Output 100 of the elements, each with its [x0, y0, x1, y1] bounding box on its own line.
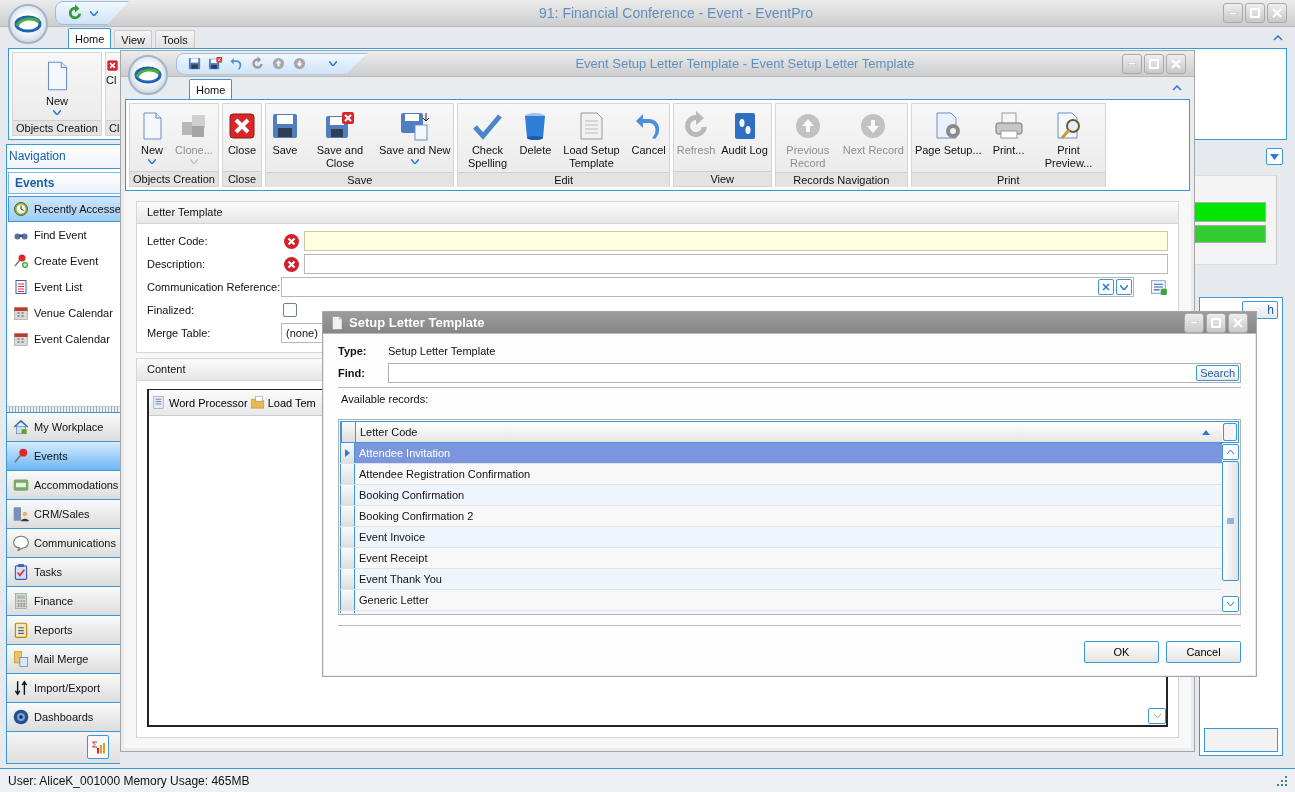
collapse-ribbon-button[interactable]	[1271, 32, 1285, 43]
list-icon	[13, 279, 29, 295]
module-button[interactable]: My Workplace	[7, 412, 120, 441]
column-header[interactable]: Letter Code	[356, 422, 1222, 442]
nav-item[interactable]: Recently Accesse	[8, 196, 120, 222]
ribbon-button[interactable]: New	[21, 57, 92, 117]
row-selector[interactable]	[340, 464, 355, 484]
ribbon-button[interactable]: Check Spelling	[458, 108, 517, 172]
input-field[interactable]	[304, 254, 1168, 274]
group-label: Close	[222, 171, 261, 186]
refresh-icon[interactable]	[66, 4, 84, 22]
clear-button[interactable]	[1098, 279, 1114, 295]
row-selector[interactable]	[340, 590, 355, 610]
table-lookup-icon[interactable]	[1150, 278, 1168, 296]
module-button[interactable]: Accommodations	[7, 470, 120, 499]
maximize-button[interactable]	[1206, 312, 1226, 333]
maximize-button[interactable]	[1144, 53, 1164, 74]
toolbar-button[interactable]	[87, 735, 109, 759]
ribbon-button[interactable]: Audit Log	[718, 108, 771, 159]
module-button[interactable]: Finance	[7, 586, 120, 615]
nav-item[interactable]: Venue Calendar	[8, 300, 120, 326]
ribbon-button[interactable]: Save	[265, 108, 304, 159]
input-field[interactable]	[304, 231, 1168, 251]
close-button[interactable]	[1267, 3, 1287, 23]
grip-icon	[1227, 518, 1234, 524]
row-selector[interactable]	[340, 485, 355, 505]
checkbox[interactable]	[283, 303, 297, 317]
refresh-icon[interactable]	[250, 56, 265, 71]
row-selector[interactable]	[340, 527, 355, 547]
ribbon-tab[interactable]: View	[114, 30, 152, 48]
table-row[interactable]: Event Invoice	[355, 527, 1222, 547]
nav-item[interactable]: Find Event	[8, 222, 120, 248]
field-label: Communication Reference:	[147, 281, 281, 293]
chevron-up-icon	[1172, 85, 1182, 91]
ribbon-button[interactable]: Save and Close	[303, 108, 376, 172]
dialog-button[interactable]: OK	[1084, 641, 1159, 663]
nav-item[interactable]: Create Event	[8, 248, 120, 274]
nav-item[interactable]: Event List	[8, 274, 120, 300]
maximize-icon	[1250, 8, 1260, 18]
ribbon-button[interactable]: Delete	[516, 108, 555, 159]
module-button[interactable]: Mail Merge	[7, 644, 120, 673]
module-button[interactable]: CRM/Sales	[7, 499, 120, 528]
maximize-button[interactable]	[1245, 3, 1265, 23]
ribbon-button[interactable]: Cl	[105, 57, 119, 89]
module-button[interactable]: Import/Export	[7, 673, 120, 702]
app-logo[interactable]	[128, 55, 168, 95]
ribbon-button[interactable]: Save and New	[375, 108, 454, 166]
collapse-ribbon-button[interactable]	[1170, 83, 1184, 93]
maximize-icon	[1149, 58, 1159, 69]
search-button[interactable]: Search	[1196, 365, 1239, 381]
error-icon	[284, 233, 299, 249]
ribbon-button[interactable]: Load Setup Template	[554, 108, 629, 172]
ribbon-tab[interactable]: Home	[68, 28, 112, 48]
nav-item[interactable]: Event Calendar	[8, 326, 120, 352]
ribbon-tab[interactable]: Tools	[155, 30, 195, 48]
ribbon-button[interactable]: Page Setup...	[911, 108, 985, 159]
folder-icon	[249, 395, 265, 410]
ribbon-tab[interactable]: Home	[189, 79, 233, 99]
search-field[interactable]: Search	[388, 363, 1241, 383]
module-button[interactable]: Events	[7, 441, 120, 470]
module-button[interactable]: Tasks	[7, 557, 120, 586]
floppy-disk-close-icon[interactable]	[208, 56, 223, 71]
scrollbar[interactable]	[1222, 443, 1239, 613]
close-button[interactable]	[1228, 312, 1248, 333]
ribbon-button[interactable]: Cancel	[628, 108, 669, 159]
dropdown-button[interactable]	[1116, 279, 1132, 295]
document-icon	[151, 395, 166, 410]
field-label: Merge Table:	[147, 327, 212, 339]
module-button[interactable]: Communications	[7, 528, 120, 557]
module-button[interactable]: Reports	[7, 615, 120, 644]
row-selector[interactable]	[340, 548, 355, 568]
row-selector[interactable]	[340, 506, 355, 526]
undo-icon[interactable]	[229, 56, 244, 71]
window-title: Event Setup Letter Template - Event Setup Letter Template	[574, 56, 916, 71]
scroll-down-button[interactable]	[1148, 708, 1166, 724]
module-button[interactable]: Dashboards	[7, 702, 120, 731]
minimize-button[interactable]	[1184, 312, 1204, 333]
calendar-icon	[13, 331, 29, 347]
table-row[interactable]: Event Thank You	[355, 569, 1222, 589]
row-selector[interactable]	[340, 569, 355, 589]
minimize-button[interactable]	[1223, 3, 1243, 23]
ribbon-button[interactable]: Print Preview...	[1032, 108, 1105, 172]
resize-grip-icon	[1277, 775, 1287, 786]
toolbar-button[interactable]: Load Tem	[248, 393, 317, 412]
table-row[interactable]: Booking Confirmation	[355, 485, 1222, 505]
row-selector[interactable]	[340, 443, 355, 463]
column-chooser-button[interactable]	[1223, 423, 1237, 441]
dialog-button[interactable]: Cancel	[1166, 641, 1241, 663]
toolbar-button[interactable]: Word Processor	[150, 393, 249, 412]
lookup-field[interactable]	[281, 277, 1134, 297]
bed-icon	[12, 476, 30, 494]
window-title: 91: Financial Conference - Event - EventPro	[538, 5, 814, 21]
app-logo[interactable]	[8, 4, 48, 44]
dropdown-button[interactable]	[1266, 148, 1283, 165]
minimize-button[interactable]	[1122, 53, 1142, 74]
close-button[interactable]	[1166, 53, 1186, 74]
group-label: Objects Creation	[130, 171, 218, 186]
ribbon-button[interactable]: Close	[222, 108, 261, 159]
ribbon-button[interactable]: Print...	[984, 108, 1033, 159]
speech-bubble-icon	[12, 534, 30, 552]
